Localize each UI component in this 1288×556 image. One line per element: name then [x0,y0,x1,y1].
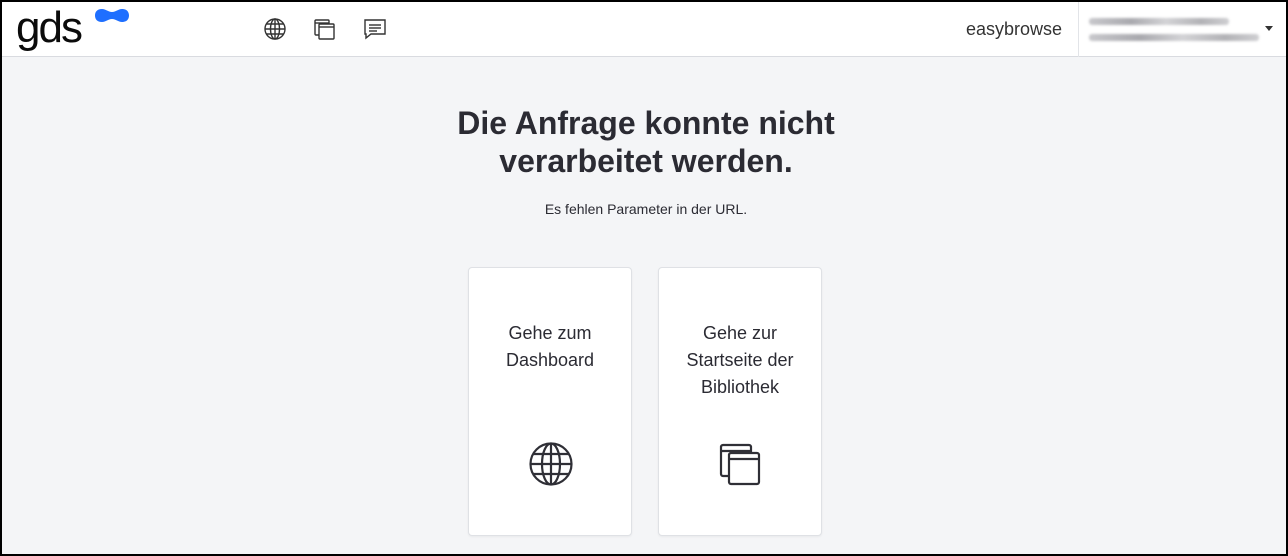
logo-text: gds [16,3,83,52]
library-home-card[interactable]: Gehe zur Startseite der Bibliothek [658,267,822,536]
dashboard-card-line-2: Dashboard [505,350,595,370]
library-icon [718,441,764,487]
app-name: easybrowse [965,19,1062,39]
error-title-line-1: Die Anfrage konnte nicht [457,105,835,141]
library-icon[interactable] [313,17,337,41]
user-menu-dropdown[interactable] [1078,2,1286,57]
library-card-line-1: Gehe zur [702,323,778,343]
user-name-redacted [1089,18,1229,25]
library-home-card-label: Gehe zur Startseite der Bibliothek [667,320,813,401]
globe-icon [528,441,574,487]
error-title: Die Anfrage konnte nicht verarbeitet wer… [346,104,946,180]
caret-down-icon[interactable] [1265,26,1273,31]
error-message: Es fehlen Parameter in der URL. [544,201,748,217]
logo-blob-icon [95,9,129,22]
globe-icon[interactable] [263,17,287,41]
user-email-redacted [1089,34,1259,41]
gds-logo[interactable]: gds [16,4,136,52]
dashboard-card-label: Gehe zum Dashboard [477,320,623,374]
library-card-line-3: Bibliothek [700,377,780,397]
dashboard-card-line-1: Gehe zum [508,323,592,343]
library-card-line-2: Startseite der [686,350,794,370]
chat-icon[interactable] [363,17,387,41]
error-title-line-2: verarbeitet werden. [499,143,793,179]
top-navigation-bar: gds easybrowse [2,2,1286,57]
app-window: gds easybrowse Die Anfrage konnte nicht … [0,0,1288,556]
dashboard-card[interactable]: Gehe zum Dashboard [468,267,632,536]
